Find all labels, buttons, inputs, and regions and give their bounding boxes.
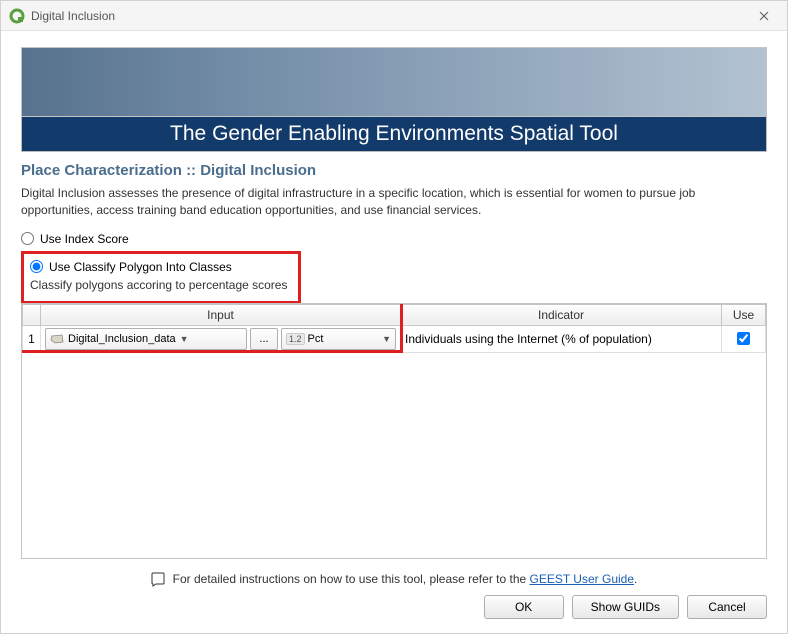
- banner-title: The Gender Enabling Environments Spatial…: [21, 117, 767, 152]
- highlight-classify-option: Use Classify Polygon Into Classes Classi…: [21, 251, 301, 304]
- section-title: Place Characterization :: Digital Inclus…: [21, 162, 767, 179]
- layer-combo-value: Digital_Inclusion_data: [68, 333, 176, 345]
- input-cell: Digital_Inclusion_data ▼ ... 1.2 Pct ▼: [41, 325, 401, 352]
- option-index-score[interactable]: Use Index Score: [21, 232, 767, 246]
- use-cell: [722, 325, 766, 352]
- button-row: OK Show GUIDs Cancel: [21, 595, 767, 623]
- radio-classify-label: Use Classify Polygon Into Classes: [49, 260, 232, 274]
- cancel-button[interactable]: Cancel: [687, 595, 767, 619]
- chevron-down-icon: ▼: [180, 334, 189, 344]
- classify-block: Use Classify Polygon Into Classes Classi…: [21, 249, 767, 304]
- radio-index-score-label: Use Index Score: [40, 232, 129, 246]
- browse-button[interactable]: ...: [250, 328, 278, 350]
- row-number: 1: [23, 325, 41, 352]
- data-table: Input Indicator Use 1: [22, 304, 766, 353]
- content-area: The Gender Enabling Environments Spatial…: [1, 31, 787, 633]
- col-header-input: Input: [41, 304, 401, 325]
- user-guide-link[interactable]: GEEST User Guide: [530, 572, 634, 586]
- field-combo[interactable]: 1.2 Pct ▼: [281, 328, 396, 350]
- layer-combo[interactable]: Digital_Inclusion_data ▼: [45, 328, 247, 350]
- footer-note: For detailed instructions on how to use …: [21, 571, 767, 587]
- classify-note: Classify polygons accoring to percentage…: [30, 278, 292, 292]
- col-header-num: [23, 304, 41, 325]
- col-header-indicator: Indicator: [401, 304, 722, 325]
- radio-classify[interactable]: [30, 260, 43, 273]
- dialog-window: Digital Inclusion The Gender Enabling En…: [0, 0, 788, 634]
- footer-note-suffix: .: [634, 572, 637, 586]
- banner-image: [21, 47, 767, 117]
- footer-note-prefix: For detailed instructions on how to use …: [173, 572, 530, 586]
- close-icon: [759, 11, 769, 21]
- section-description: Digital Inclusion assesses the presence …: [21, 185, 767, 219]
- show-guids-button[interactable]: Show GUIDs: [572, 595, 679, 619]
- field-type-badge: 1.2: [286, 333, 305, 345]
- close-button[interactable]: [749, 4, 779, 28]
- titlebar: Digital Inclusion: [1, 1, 787, 31]
- field-combo-value: Pct: [308, 333, 324, 345]
- ok-button[interactable]: OK: [484, 595, 564, 619]
- help-note-icon: [151, 571, 167, 587]
- qgis-icon: [9, 8, 25, 24]
- indicator-cell: Individuals using the Internet (% of pop…: [401, 325, 722, 352]
- chevron-down-icon: ▼: [382, 334, 391, 344]
- col-header-use: Use: [722, 304, 766, 325]
- table-empty-area: [22, 353, 766, 558]
- radio-index-score[interactable]: [21, 232, 34, 245]
- use-checkbox[interactable]: [737, 332, 750, 345]
- polygon-layer-icon: [50, 334, 64, 344]
- input-table: Input Indicator Use 1: [21, 303, 767, 559]
- window-title: Digital Inclusion: [31, 9, 749, 23]
- table-row: 1 Digital_Inclusion_data ▼: [23, 325, 766, 352]
- option-classify[interactable]: Use Classify Polygon Into Classes: [30, 260, 292, 274]
